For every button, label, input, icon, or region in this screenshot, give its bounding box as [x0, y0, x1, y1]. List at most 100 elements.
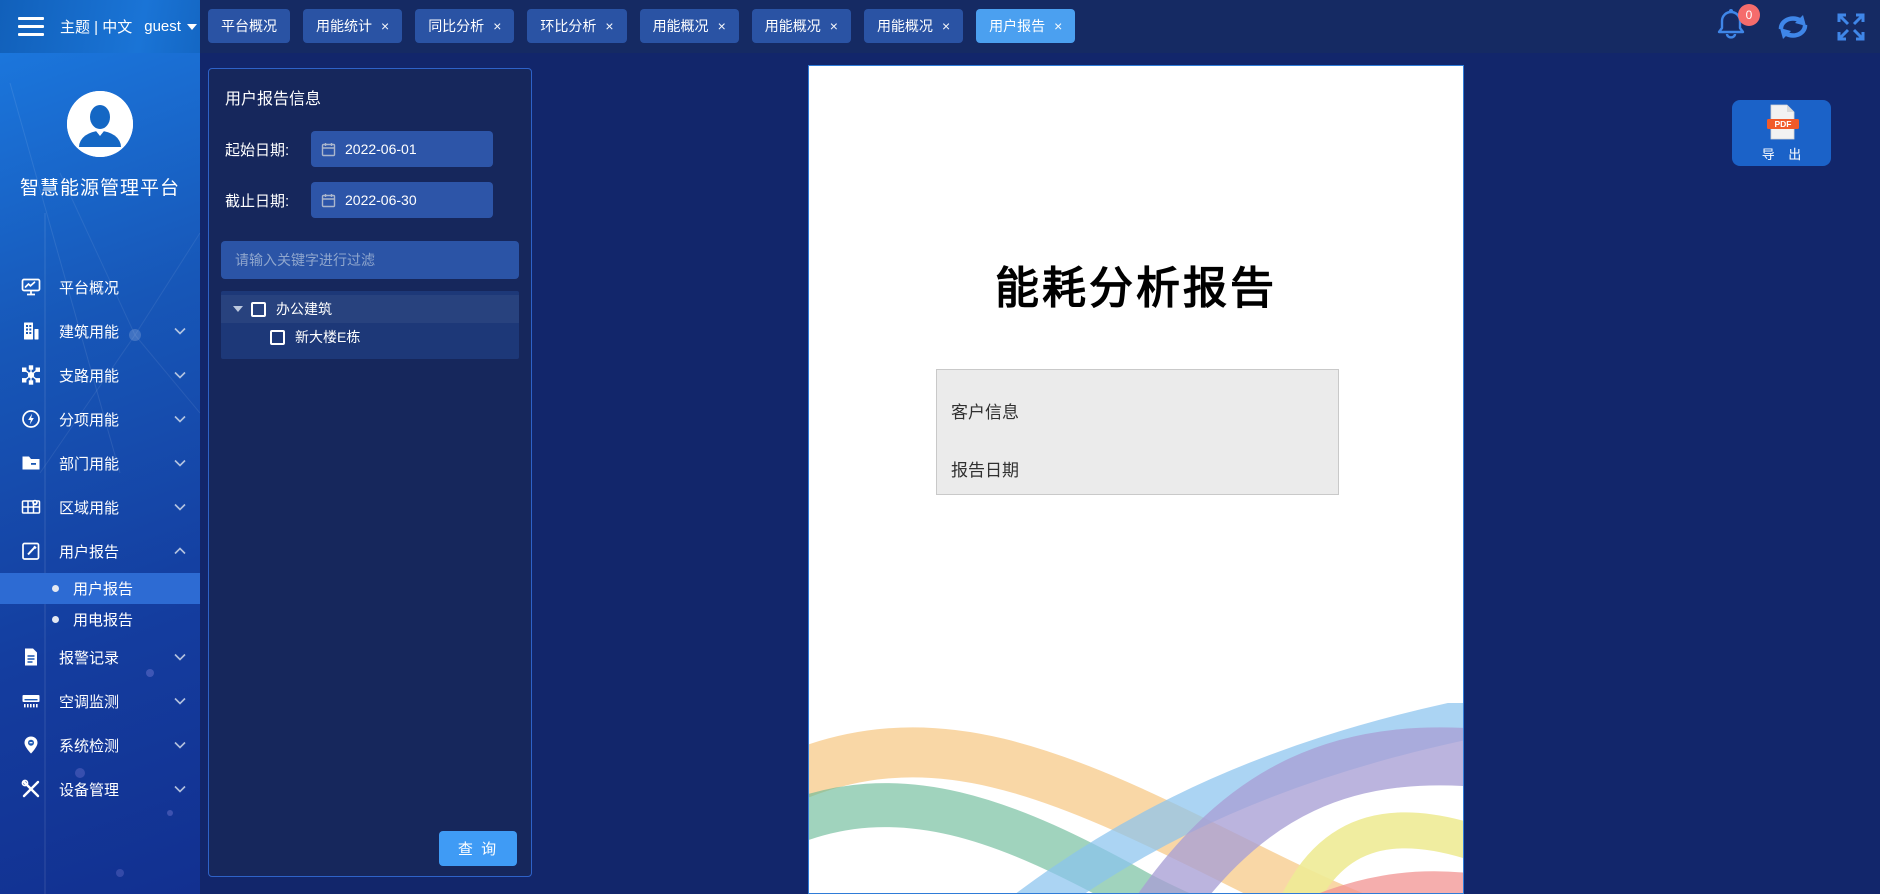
- tab-energy-overview-1[interactable]: 用能概况×: [640, 9, 739, 43]
- calendar-icon: [321, 142, 336, 157]
- sidebar-item-label: 区域用能: [59, 497, 119, 518]
- sidebar-subitem-label: 用电报告: [73, 609, 133, 630]
- hamburger-menu-icon[interactable]: [18, 12, 44, 41]
- end-date-row: 截止日期:: [221, 182, 519, 218]
- tree-checkbox[interactable]: [251, 302, 266, 317]
- sidebar-menu: 平台概况 建筑用能 支路用能 分项用能: [0, 265, 200, 811]
- tools-icon: [20, 778, 42, 800]
- notification-count-badge: 0: [1738, 4, 1760, 26]
- chevron-down-icon: [174, 371, 186, 379]
- sidebar-item-hvac-monitoring[interactable]: 空调监测: [0, 679, 200, 723]
- edit-icon: [20, 540, 42, 562]
- end-date-label: 截止日期:: [225, 190, 311, 211]
- sidebar-item-label: 分项用能: [59, 409, 119, 430]
- fullscreen-icon[interactable]: [1836, 12, 1866, 42]
- tab-close-icon[interactable]: ×: [830, 18, 838, 34]
- sidebar-item-label: 平台概况: [59, 277, 119, 298]
- tab-close-icon[interactable]: ×: [942, 18, 950, 34]
- platform-title: 智慧能源管理平台: [0, 173, 200, 200]
- query-button[interactable]: 查 询: [439, 831, 517, 866]
- building-tree: 办公建筑 新大楼E栋: [221, 291, 519, 359]
- sidebar-item-platform-overview[interactable]: 平台概况: [0, 265, 200, 309]
- building-icon: [20, 320, 42, 342]
- refresh-icon[interactable]: [1776, 12, 1810, 42]
- ac-unit-icon: [20, 690, 42, 712]
- user-avatar[interactable]: [67, 91, 133, 157]
- export-pdf-button[interactable]: PDF 导 出: [1732, 100, 1831, 166]
- tab-energy-overview-2[interactable]: 用能概况×: [752, 9, 851, 43]
- sidebar-item-building-energy[interactable]: 建筑用能: [0, 309, 200, 353]
- sidebar: 智慧能源管理平台 平台概况 建筑用能 支路用能: [0, 53, 200, 894]
- end-date-picker[interactable]: [311, 182, 493, 218]
- tab-close-icon[interactable]: ×: [605, 18, 613, 34]
- sidebar-subitem-electricity-report[interactable]: 用电报告: [0, 604, 200, 635]
- sidebar-item-system-detection[interactable]: 系统检测: [0, 723, 200, 767]
- chevron-down-icon: [174, 653, 186, 661]
- tab-user-report[interactable]: 用户报告×: [976, 9, 1075, 43]
- user-dropdown[interactable]: guest: [144, 18, 197, 35]
- tab-energy-overview-3[interactable]: 用能概况×: [864, 9, 963, 43]
- topbar-icon-cluster: 0: [1716, 0, 1866, 53]
- notification-bell-icon[interactable]: 0: [1716, 7, 1750, 47]
- sidebar-item-alarm-records[interactable]: 报警记录: [0, 635, 200, 679]
- pdf-file-icon: PDF: [1762, 103, 1802, 141]
- chevron-down-icon: [174, 459, 186, 467]
- tab-close-icon[interactable]: ×: [493, 18, 501, 34]
- tree-node-office-building[interactable]: 办公建筑: [221, 295, 519, 323]
- tab-platform-overview[interactable]: 平台概况: [208, 9, 290, 43]
- chevron-down-icon: [174, 503, 186, 511]
- branch-network-icon: [20, 364, 42, 386]
- chevron-down-icon: [174, 785, 186, 793]
- tree-node-new-building-e[interactable]: 新大楼E栋: [221, 323, 519, 351]
- sidebar-item-device-management[interactable]: 设备管理: [0, 767, 200, 811]
- svg-text:PDF: PDF: [1774, 119, 1791, 129]
- chevron-down-icon: [174, 415, 186, 423]
- folder-icon: [20, 452, 42, 474]
- theme-language-switch[interactable]: 主题 | 中文: [60, 16, 132, 37]
- bullet-icon: [52, 616, 59, 623]
- sidebar-item-area-energy[interactable]: 区域用能: [0, 485, 200, 529]
- top-bar: 主题 | 中文 guest 平台概况 用能统计× 同比分析× 环比分析× 用能概…: [0, 0, 1880, 53]
- caret-down-icon: [187, 24, 197, 30]
- user-report-filter-panel: 用户报告信息 起始日期: 截止日期: 办公建筑 新大楼E栋 查: [208, 68, 532, 877]
- report-info-box: 客户信息 报告日期: [936, 369, 1339, 495]
- report-preview-page: 能耗分析报告 客户信息 报告日期: [808, 65, 1464, 894]
- chevron-up-icon: [174, 547, 186, 555]
- decorative-waves: [809, 703, 1464, 893]
- sidebar-item-label: 报警记录: [59, 647, 119, 668]
- tab-mom-analysis[interactable]: 环比分析×: [527, 9, 626, 43]
- sidebar-item-label: 设备管理: [59, 779, 119, 800]
- tree-checkbox[interactable]: [270, 330, 285, 345]
- start-date-row: 起始日期:: [221, 131, 519, 167]
- map-grid-icon: [20, 496, 42, 518]
- sidebar-subitem-user-report[interactable]: 用户报告: [0, 573, 200, 604]
- sidebar-item-department-energy[interactable]: 部门用能: [0, 441, 200, 485]
- start-date-picker[interactable]: [311, 131, 493, 167]
- customer-info-label: 客户信息: [951, 398, 1324, 423]
- sidebar-item-label: 部门用能: [59, 453, 119, 474]
- sidebar-item-label: 系统检测: [59, 735, 119, 756]
- chevron-down-icon: [174, 741, 186, 749]
- end-date-input[interactable]: [345, 192, 455, 208]
- chevron-down-icon: [174, 697, 186, 705]
- keyword-filter-input[interactable]: [221, 241, 519, 279]
- tab-yoy-analysis[interactable]: 同比分析×: [415, 9, 514, 43]
- sidebar-item-user-report[interactable]: 用户报告: [0, 529, 200, 573]
- tab-energy-statistics[interactable]: 用能统计×: [303, 9, 402, 43]
- report-date-label: 报告日期: [951, 456, 1324, 481]
- sidebar-item-subitem-energy[interactable]: 分项用能: [0, 397, 200, 441]
- tab-close-icon[interactable]: ×: [718, 18, 726, 34]
- location-pin-icon: [20, 734, 42, 756]
- tab-close-icon[interactable]: ×: [1054, 18, 1062, 34]
- sidebar-subitem-label: 用户报告: [73, 578, 133, 599]
- sidebar-item-label: 空调监测: [59, 691, 119, 712]
- sidebar-item-label: 用户报告: [59, 541, 119, 562]
- calendar-icon: [321, 193, 336, 208]
- start-date-label: 起始日期:: [225, 139, 311, 160]
- start-date-input[interactable]: [345, 141, 455, 157]
- tree-expander-icon[interactable]: [233, 306, 243, 312]
- sidebar-item-branch-energy[interactable]: 支路用能: [0, 353, 200, 397]
- tab-close-icon[interactable]: ×: [381, 18, 389, 34]
- bullet-icon: [52, 585, 59, 592]
- document-icon: [20, 646, 42, 668]
